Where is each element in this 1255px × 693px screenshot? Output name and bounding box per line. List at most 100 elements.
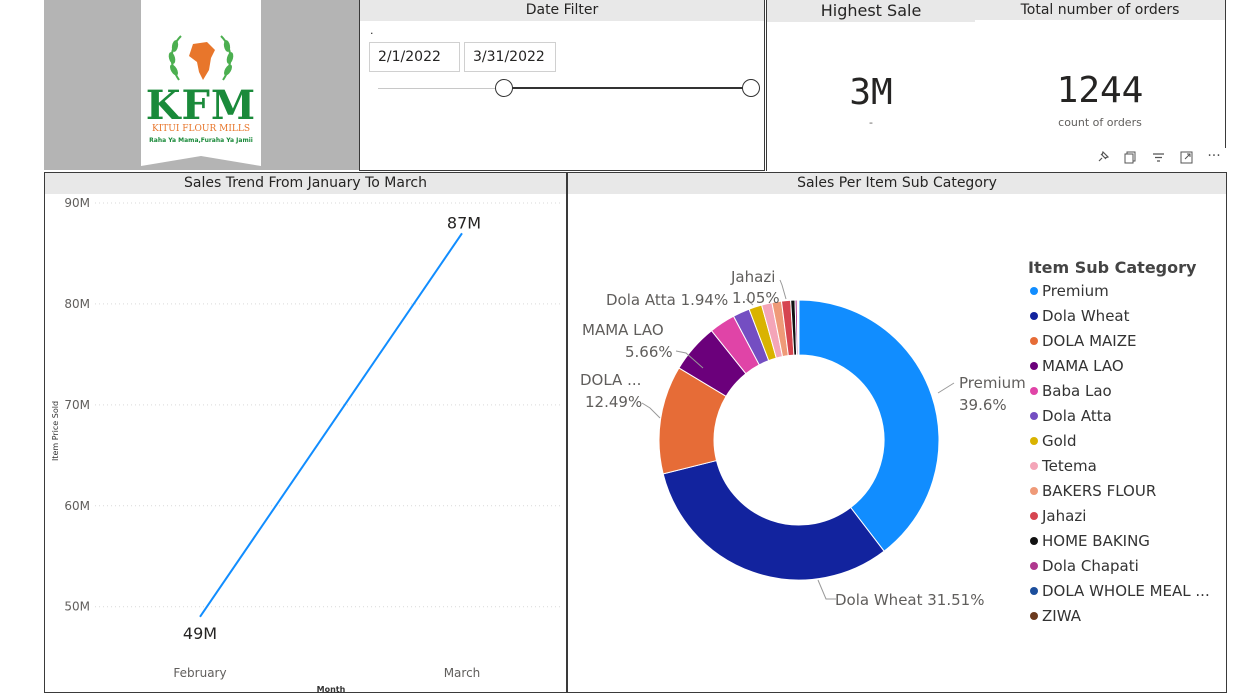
date-filter-slicer: Date Filter . 2/1/2022 3/31/2022 [359, 0, 765, 171]
leader-premium [937, 382, 955, 394]
start-date-input[interactable]: 2/1/2022 [369, 42, 460, 72]
pin-icon[interactable] [1094, 150, 1110, 168]
donut-slice [798, 299, 940, 552]
callout-jahazi-name: Jahazi [730, 268, 775, 286]
date-slider-start-handle[interactable] [495, 79, 513, 97]
africa-map-logo-icon [168, 35, 234, 81]
callout-mama-lao-pct: 5.66% [625, 343, 673, 361]
legend-item[interactable]: HOME BAKING [1030, 532, 1150, 550]
legend-color-dot [1030, 362, 1038, 370]
legend-color-dot [1030, 287, 1038, 295]
total-orders-value: 1244 [1056, 70, 1144, 111]
callout-mama-lao-name: MAMA LAO [582, 321, 664, 339]
logo-panel: KFM KITUI FLOUR MILLS Raha Ya Mama,Furah… [44, 0, 359, 170]
logo-company: KITUI FLOUR MILLS [152, 124, 250, 134]
legend-label: Tetema [1042, 457, 1097, 475]
legend-label: MAMA LAO [1042, 357, 1124, 375]
callout-dola-wheat: Dola Wheat 31.51% [835, 591, 984, 609]
end-date-input[interactable]: 3/31/2022 [464, 42, 556, 72]
legend-item[interactable]: Dola Wheat [1030, 307, 1130, 325]
legend-item[interactable]: DOLA MAIZE [1030, 332, 1136, 350]
callout-dola-atta: Dola Atta 1.94% [606, 291, 728, 309]
legend-color-dot [1030, 512, 1038, 520]
legend-label: HOME BAKING [1042, 532, 1150, 550]
legend-color-dot [1030, 487, 1038, 495]
total-orders-card: Total number of orders 1244 count of ord… [975, 0, 1226, 148]
legend-color-dot [1030, 337, 1038, 345]
legend-label: ZIWA [1042, 607, 1081, 625]
sales-trend-visual: Sales Trend From January To March 90M 80M… [44, 172, 567, 693]
legend-title: Item Sub Category [1028, 258, 1197, 277]
legend-label: BAKERS FLOUR [1042, 482, 1157, 500]
legend-item[interactable]: ZIWA [1030, 607, 1081, 625]
highest-sale-title: Highest Sale [767, 0, 975, 22]
line-chart-plot: 90M 80M 70M 60M 50M February March Month Item Pr… [51, 196, 563, 692]
legend-item[interactable]: Premium [1030, 282, 1109, 300]
legend-item[interactable]: Baba Lao [1030, 382, 1112, 400]
more-options-icon[interactable]: ··· [1206, 148, 1222, 164]
legend-color-dot [1030, 387, 1038, 395]
legend-color-dot [1030, 462, 1038, 470]
x-axis-title: Month [317, 685, 346, 692]
legend-item[interactable]: MAMA LAO [1030, 357, 1124, 375]
leader-dola-wheat [817, 579, 836, 600]
donut-slice [797, 299, 800, 356]
legend-label: Dola Atta [1042, 407, 1112, 425]
filter-icon[interactable] [1150, 151, 1166, 168]
legend-color-dot [1030, 587, 1038, 595]
date-slider-end-handle[interactable] [742, 79, 760, 97]
copy-icon[interactable] [1122, 151, 1138, 168]
date-slider-range [503, 87, 751, 89]
logo-letters: KFM [145, 82, 257, 129]
legend-item[interactable]: Dola Atta [1030, 407, 1112, 425]
callout-dola-maize-pct: 12.49% [585, 393, 642, 411]
date-filter-dot: . [370, 24, 374, 37]
y-tick-label: 90M [64, 196, 90, 210]
focus-mode-icon[interactable] [1178, 151, 1194, 168]
legend-item[interactable]: Jahazi [1030, 507, 1086, 525]
donut-slice [662, 459, 885, 581]
date-filter-title: Date Filter [360, 0, 764, 21]
data-label-february: 49M [183, 624, 217, 643]
leader-jahazi [779, 279, 787, 300]
legend-label: Gold [1042, 432, 1077, 450]
legend-label: DOLA MAIZE [1042, 332, 1137, 350]
donut-chart-plot: Premium 39.6% Dola Wheat 31.51% DOLA ... 12.… [580, 268, 1026, 609]
line-chart-title: Sales Trend From January To March [45, 173, 566, 194]
highest-sale-value: 3M [849, 72, 893, 113]
callout-premium-name: Premium [959, 374, 1026, 392]
legend-item[interactable]: Tetema [1030, 457, 1097, 475]
legend-label: Premium [1042, 282, 1109, 300]
sales-trend-line [199, 232, 463, 618]
x-tick-label: February [173, 666, 226, 680]
legend-color-dot [1030, 412, 1038, 420]
y-axis-title: Item Price Sold [51, 401, 60, 461]
highest-sale-sub: - [869, 116, 873, 129]
callout-premium-pct: 39.6% [959, 396, 1007, 414]
total-orders-title: Total number of orders [975, 0, 1225, 20]
legend-item[interactable]: DOLA WHOLE MEAL ... [1030, 582, 1210, 600]
y-tick-label: 70M [64, 398, 90, 412]
leader-dola-maize [641, 402, 661, 419]
legend-label: Jahazi [1042, 507, 1087, 525]
logo-banner: KFM KITUI FLOUR MILLS Raha Ya Mama,Furah… [141, 0, 261, 166]
y-tick-label: 80M [64, 297, 90, 311]
legend-color-dot [1030, 562, 1038, 570]
data-label-march: 87M [447, 213, 481, 232]
legend-label: Baba Lao [1042, 382, 1112, 400]
callout-jahazi-pct: 1.05% [732, 289, 780, 307]
legend-color-dot [1030, 312, 1038, 320]
legend-label: Dola Chapati [1042, 557, 1139, 575]
legend-item[interactable]: Dola Chapati [1030, 557, 1139, 575]
y-tick-label: 50M [64, 600, 90, 614]
legend-label: DOLA WHOLE MEAL ... [1042, 582, 1210, 600]
total-orders-sub: count of orders [1058, 116, 1142, 129]
legend-color-dot [1030, 537, 1038, 545]
legend-color-dot [1030, 612, 1038, 620]
legend-item[interactable]: BAKERS FLOUR [1030, 482, 1156, 500]
legend-item[interactable]: Gold [1030, 432, 1077, 450]
y-tick-label: 60M [64, 499, 90, 513]
donut-chart-title: Sales Per Item Sub Category [568, 173, 1226, 194]
legend-label: Dola Wheat [1042, 307, 1130, 325]
highest-sale-card: Highest Sale 3M - [766, 0, 975, 171]
